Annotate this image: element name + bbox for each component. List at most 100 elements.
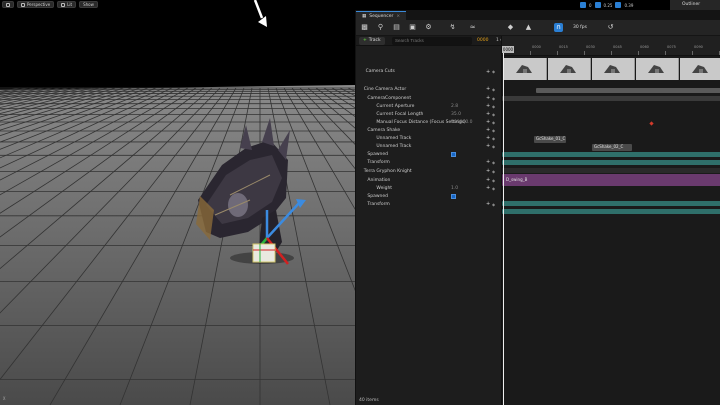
track-label: Current Aperture	[376, 104, 415, 109]
curve-icon[interactable]: ≈	[468, 23, 477, 32]
key-icon[interactable]: ◆	[492, 95, 495, 102]
ruler-tick-label: 0030	[586, 45, 595, 49]
add-icon[interactable]: +	[486, 119, 490, 126]
camera-cut-thumbnail[interactable]	[680, 58, 720, 80]
key-icon[interactable]: ◆	[492, 159, 495, 166]
add-icon[interactable]: +	[486, 103, 490, 110]
camera-cut-thumbnail[interactable]	[548, 58, 591, 80]
transform-section-2[interactable]	[502, 209, 720, 214]
camera-cut-thumbnail[interactable]	[592, 58, 635, 80]
axis-indicator: X	[3, 396, 6, 401]
add-icon[interactable]: +	[486, 86, 490, 93]
track-value[interactable]: 2.8	[451, 103, 458, 110]
track-row[interactable]: Camera Cuts + ◆	[356, 64, 501, 80]
key-icon[interactable]: ◆	[492, 103, 495, 110]
track-label: Weight	[376, 186, 393, 191]
add-icon[interactable]: +	[486, 143, 490, 150]
playhead-flag[interactable]: 0000	[502, 46, 514, 53]
time-ruler[interactable]: 00000015003000450060007500900105 0000	[502, 36, 720, 56]
thumbnail-image	[604, 65, 620, 73]
camera-icon[interactable]: ▣	[408, 23, 417, 32]
animation-section[interactable]	[502, 174, 720, 186]
key-icon[interactable]: ◆	[492, 64, 495, 80]
track-value[interactable]: 35.0	[451, 111, 461, 118]
track-label: CameraComponent	[367, 96, 412, 101]
key-icon[interactable]: ◆	[492, 119, 495, 126]
save-icon[interactable]: ▩	[360, 23, 369, 32]
spawned-section[interactable]	[502, 160, 720, 165]
lit-button[interactable]: Lit	[57, 1, 77, 8]
track-label: Animation	[367, 178, 391, 183]
add-icon[interactable]: +	[486, 95, 490, 102]
viewport-scene[interactable]	[0, 0, 355, 405]
ruler-tick-label: 0015	[559, 45, 568, 49]
knight-bar[interactable]	[502, 168, 720, 173]
key-icon[interactable]: ◆	[492, 86, 495, 93]
key-icon[interactable]: ◆	[492, 143, 495, 150]
timeline-area[interactable]: 00000015003000450060007500900105 0000 Gc…	[501, 36, 720, 405]
key-icon[interactable]: ↯	[448, 23, 457, 32]
track-outliner: Camera Cuts + ◆ Cine Camera Actor + ◆ CameraCo…	[356, 46, 501, 405]
key-icon[interactable]: ◆	[492, 127, 495, 134]
camera-actor-bar[interactable]	[536, 88, 720, 93]
perspective-label: Perspective	[27, 2, 51, 7]
tab-outliner[interactable]: Outliner	[670, 0, 720, 10]
fps-dropdown[interactable]: 30 fps	[570, 24, 590, 32]
track-label: Terra Gryphon Knight	[363, 169, 412, 174]
snap-icon[interactable]: ◆	[506, 23, 515, 32]
loop-icon[interactable]: ↺	[606, 23, 615, 32]
track-value[interactable]: 1.0	[451, 185, 458, 192]
camera-cut-thumbnail[interactable]	[504, 58, 547, 80]
ruler-tick	[638, 51, 639, 55]
add-icon[interactable]: +	[486, 64, 490, 80]
key-icon[interactable]: ◆	[492, 135, 495, 142]
track-value[interactable]: 100000.0	[451, 119, 472, 126]
key-icon[interactable]: ◆	[492, 177, 495, 184]
viewport-menu-button[interactable]	[2, 1, 14, 8]
key-icon[interactable]: ◆	[492, 168, 495, 175]
ruler-tick-label: 0000	[532, 45, 541, 49]
playhead-line[interactable]	[503, 53, 504, 405]
ruler-tick-label: 0045	[613, 45, 622, 49]
find-icon[interactable]: ⚲	[376, 23, 385, 32]
add-icon[interactable]: +	[486, 168, 490, 175]
spawned-checkbox[interactable]	[451, 152, 456, 157]
animation-section-label: D_swing_B	[506, 177, 528, 182]
tab-sequencer[interactable]: ▦ Sequencer ×	[356, 11, 407, 20]
status-icon-2	[594, 2, 601, 8]
ruler-tick-label: 0090	[694, 45, 703, 49]
transform-section[interactable]	[502, 152, 720, 157]
camera-cut-thumbnail[interactable]	[636, 58, 679, 80]
key-icon[interactable]: ◆	[492, 185, 495, 192]
track-label: Cine Camera Actor	[363, 87, 407, 92]
add-icon[interactable]: +	[486, 127, 490, 134]
close-icon[interactable]: ×	[396, 14, 400, 19]
add-icon[interactable]: +	[486, 111, 490, 118]
step-icon[interactable]: ▲	[524, 23, 533, 32]
track-search-input[interactable]	[392, 37, 472, 45]
component-bar[interactable]	[502, 96, 720, 101]
settings-icon[interactable]: ⚙	[424, 23, 433, 32]
add-track-button[interactable]: + Track	[359, 37, 385, 45]
ruler-tick-label: 0060	[640, 45, 649, 49]
key-icon[interactable]: ◆	[492, 201, 495, 208]
track-label: Current Focal Length	[376, 112, 424, 117]
add-icon[interactable]: +	[486, 159, 490, 166]
ruler-tick	[665, 51, 666, 55]
spawned-section-2[interactable]	[502, 201, 720, 206]
show-button[interactable]: Show	[79, 1, 98, 8]
add-icon[interactable]: +	[486, 201, 490, 208]
spawned-checkbox[interactable]	[451, 194, 456, 199]
camera-shake-label: GcShake_01_C	[536, 136, 566, 141]
keyframe-marker[interactable]	[649, 121, 654, 126]
add-icon[interactable]: +	[486, 177, 490, 184]
render-icon[interactable]: ▤	[392, 23, 401, 32]
magnet-icon[interactable]: ∩	[554, 23, 563, 32]
add-icon[interactable]: +	[486, 185, 490, 192]
ruler-tick-label: 0075	[667, 45, 676, 49]
current-frame[interactable]: 0000	[477, 37, 488, 45]
add-icon[interactable]: +	[486, 135, 490, 142]
level-viewport[interactable]: Perspective Lit Show X	[0, 0, 355, 405]
perspective-button[interactable]: Perspective	[17, 1, 55, 8]
key-icon[interactable]: ◆	[492, 111, 495, 118]
